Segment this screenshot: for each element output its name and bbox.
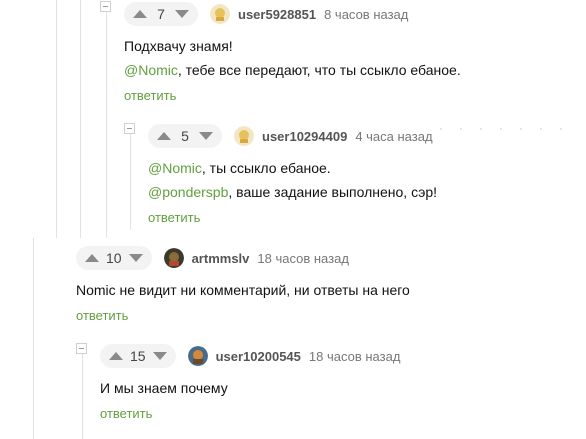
vote-widget: 5 bbox=[148, 124, 222, 148]
thread-line bbox=[130, 134, 131, 230]
comment-meta: 10 artmmslv 18 часов назад bbox=[76, 245, 349, 271]
vote-count: 15 bbox=[130, 348, 146, 364]
faded-separator bbox=[440, 128, 562, 130]
thread-line bbox=[80, 0, 81, 238]
comment-text: @ponderspb, ваше задание выполнено, сэр! bbox=[148, 184, 437, 200]
comment-text: @Nomic, ты ссыкло ебаное. bbox=[148, 160, 331, 176]
thread-line bbox=[56, 0, 57, 238]
comment-meta: 5 user10294409 4 часа назад bbox=[148, 123, 433, 149]
mention-link[interactable]: @Nomic bbox=[124, 62, 178, 78]
mention-link[interactable]: @ponderspb bbox=[148, 184, 228, 200]
upvote-icon[interactable] bbox=[84, 253, 100, 263]
collapse-toggle[interactable] bbox=[76, 343, 87, 354]
username[interactable]: user10200545 bbox=[216, 349, 301, 364]
reply-button[interactable]: ответить bbox=[148, 210, 200, 225]
collapse-toggle[interactable] bbox=[100, 1, 111, 12]
username[interactable]: user10294409 bbox=[262, 129, 347, 144]
collapse-toggle[interactable] bbox=[124, 123, 135, 134]
reply-button[interactable]: ответить bbox=[100, 406, 152, 421]
mention-link[interactable]: @Nomic bbox=[148, 160, 202, 176]
comment-meta: 7 user5928851 8 часов назад bbox=[124, 1, 408, 27]
downvote-icon[interactable] bbox=[174, 9, 190, 19]
comment-text-plain: Nomic не видит ни комментарий, ни ответы… bbox=[76, 282, 410, 298]
comment-meta: 15 user10200545 18 часов назад bbox=[100, 343, 400, 369]
vote-widget: 15 bbox=[100, 344, 176, 368]
upvote-icon[interactable] bbox=[132, 9, 148, 19]
comment-text: И мы знаем почему bbox=[100, 380, 228, 396]
thread-line bbox=[33, 238, 34, 439]
upvote-icon[interactable] bbox=[108, 351, 124, 361]
comment-text: Подхвачу знамя! bbox=[124, 38, 233, 54]
vote-widget: 7 bbox=[124, 2, 198, 26]
timestamp[interactable]: 8 часов назад bbox=[324, 7, 408, 22]
comment-text-plain: , тебе все передают, что ты ссыкло ебано… bbox=[177, 62, 461, 78]
thread-line bbox=[82, 354, 83, 439]
thread-line bbox=[106, 12, 107, 238]
comment-text-plain: , ты ссыкло ебаное. bbox=[201, 160, 331, 176]
reply-button[interactable]: ответить bbox=[124, 88, 176, 103]
timestamp[interactable]: 4 часа назад bbox=[355, 129, 432, 144]
reply-button[interactable]: ответить bbox=[76, 308, 128, 323]
vote-widget: 10 bbox=[76, 246, 152, 270]
timestamp[interactable]: 18 часов назад bbox=[309, 349, 401, 364]
avatar[interactable] bbox=[187, 346, 208, 366]
downvote-icon[interactable] bbox=[198, 131, 214, 141]
avatar[interactable] bbox=[234, 126, 254, 146]
vote-count: 10 bbox=[106, 250, 122, 266]
comment-text: Nomic не видит ни комментарий, ни ответы… bbox=[76, 282, 410, 298]
comment-text: @Nomic, тебе все передают, что ты ссыкло… bbox=[124, 62, 461, 78]
username[interactable]: artmmslv bbox=[192, 251, 250, 266]
vote-count: 5 bbox=[181, 128, 189, 144]
downvote-icon[interactable] bbox=[128, 253, 144, 263]
vote-count: 7 bbox=[157, 6, 165, 22]
username[interactable]: user5928851 bbox=[238, 7, 316, 22]
comment-text-plain: И мы знаем почему bbox=[100, 380, 228, 396]
avatar[interactable] bbox=[210, 4, 230, 24]
avatar[interactable] bbox=[163, 248, 184, 268]
comment-text-plain: , ваше задание выполнено, сэр! bbox=[228, 184, 438, 200]
upvote-icon[interactable] bbox=[156, 131, 172, 141]
comment-text-plain: Подхвачу знамя! bbox=[124, 38, 233, 54]
comments-thread: 7 user5928851 8 часов назад Подхвачу зна… bbox=[0, 0, 586, 439]
downvote-icon[interactable] bbox=[152, 351, 168, 361]
timestamp[interactable]: 18 часов назад bbox=[257, 251, 349, 266]
